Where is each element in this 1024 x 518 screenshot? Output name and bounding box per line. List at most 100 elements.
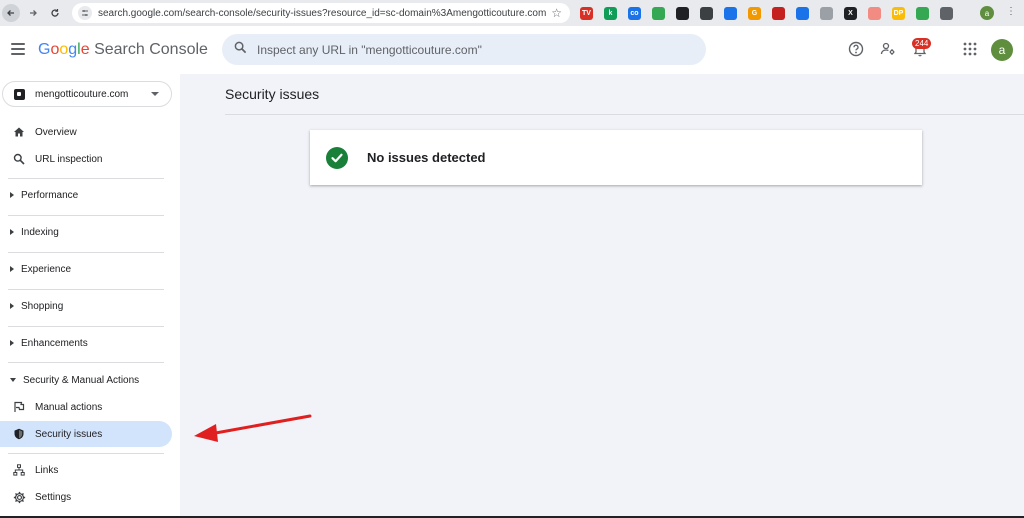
sidebar-item-label: Shopping: [21, 300, 64, 312]
logo-letter: e: [80, 41, 90, 58]
home-icon: [12, 125, 26, 139]
dropdown-caret-icon: [151, 92, 159, 96]
account-initial: a: [998, 43, 1006, 57]
search-icon: [12, 152, 26, 166]
main-menu-icon[interactable]: [11, 43, 25, 55]
sidebar-item-links[interactable]: Links: [0, 457, 172, 483]
co-extension-icon[interactable]: co: [628, 6, 641, 20]
puzzle-extension-icon[interactable]: [940, 6, 953, 20]
app-header: Google Search Console 244 a: [0, 26, 1024, 74]
sidebar-divider: [8, 178, 164, 179]
sidebar-section-shopping[interactable]: Shopping: [0, 293, 172, 319]
sidebar-item-settings[interactable]: Settings: [0, 484, 172, 510]
video-extension-icon[interactable]: [796, 6, 809, 20]
k-extension-icon[interactable]: k: [604, 6, 617, 20]
main-content: Security issues No issues detected: [180, 74, 1024, 518]
gear-icon: [12, 490, 26, 504]
expand-arrow-icon: [10, 303, 14, 309]
tag-extension-icon[interactable]: [724, 6, 737, 20]
sidebar-item-label: Security & Manual Actions: [23, 374, 140, 386]
heart-extension-icon[interactable]: [772, 6, 785, 20]
sidebar-item-label: Overview: [35, 126, 77, 138]
help-icon[interactable]: [847, 40, 865, 58]
sidebar-section-performance[interactable]: Performance: [0, 182, 172, 208]
manage-users-icon[interactable]: [879, 40, 897, 58]
expand-arrow-icon: [10, 229, 14, 235]
sidebar-section-enhancements[interactable]: Enhancements: [0, 330, 172, 356]
pen-extension-icon[interactable]: [820, 6, 833, 20]
sidebar-divider: [8, 362, 164, 363]
sidebar-item-label: Enhancements: [21, 337, 88, 349]
sidebar-item-label: Security issues: [35, 428, 103, 440]
expand-arrow-icon: [10, 340, 14, 346]
x-extension-icon[interactable]: X: [844, 6, 857, 20]
reload-icon[interactable]: [46, 4, 64, 22]
google-search-console-logo[interactable]: Google Search Console: [38, 41, 208, 59]
logo-letter: o: [59, 41, 69, 58]
g-extension-icon[interactable]: G: [748, 6, 761, 20]
browser-toolbar: search.google.com/search-console/securit…: [0, 0, 1024, 26]
status-card: No issues detected: [310, 130, 922, 185]
page-title: Security issues: [225, 86, 320, 102]
account-avatar[interactable]: a: [991, 39, 1013, 61]
sidebar-divider: [8, 453, 164, 454]
sidebar-item-overview[interactable]: Overview: [0, 119, 172, 145]
annotation-arrow-icon: [194, 414, 312, 442]
site-info-icon[interactable]: [78, 6, 92, 20]
profile-initial: a: [984, 8, 990, 18]
pinkg-extension-icon[interactable]: [868, 6, 881, 20]
dp-extension-icon[interactable]: DP: [892, 6, 905, 20]
property-selector[interactable]: mengotticouture.com: [2, 81, 172, 107]
pie-extension-icon[interactable]: [676, 6, 689, 20]
back-icon[interactable]: [2, 4, 20, 22]
forward-icon[interactable]: [24, 4, 42, 22]
status-message: No issues detected: [367, 150, 486, 165]
title-divider: [225, 114, 1024, 115]
sidebar-divider: [8, 326, 164, 327]
bookmark-star-icon[interactable]: ☆: [551, 6, 562, 20]
tv-extension-icon[interactable]: TV: [580, 6, 593, 20]
expand-arrow-icon: [10, 192, 14, 198]
sidebar-section-security-manual-actions[interactable]: Security & Manual Actions: [0, 367, 172, 393]
extensions-bar: TV k co G X DP: [580, 5, 964, 21]
sitemap-icon: [12, 463, 26, 477]
property-favicon-icon: [14, 88, 25, 100]
keyword-extension-icon[interactable]: [652, 6, 665, 20]
sidebar-section-indexing[interactable]: Indexing: [0, 219, 172, 245]
spy-extension-icon[interactable]: [700, 6, 713, 20]
sidebar-divider: [8, 215, 164, 216]
logo-letter: g: [68, 41, 78, 58]
sidebar-item-label: Links: [35, 464, 59, 476]
flag-icon: [12, 400, 26, 414]
green-extension-icon[interactable]: [916, 6, 929, 20]
sidebar-item-label: Performance: [21, 189, 79, 201]
sidebar-item-label: Settings: [35, 491, 72, 503]
sidebar-item-label: Manual actions: [35, 401, 103, 413]
collapse-arrow-icon: [10, 378, 16, 382]
sidebar-item-label: Indexing: [21, 226, 59, 238]
sidebar-section-experience[interactable]: Experience: [0, 256, 172, 282]
notification-count-badge: 244: [912, 38, 932, 49]
apps-grid-icon[interactable]: [961, 40, 979, 58]
sidebar-divider: [8, 289, 164, 290]
check-circle-icon: [326, 146, 348, 169]
search-input[interactable]: [257, 42, 677, 57]
search-icon: [234, 41, 247, 59]
sidebar-item-label: Experience: [21, 263, 72, 275]
property-name: mengotticouture.com: [35, 88, 129, 100]
sidebar-item-manual-actions[interactable]: Manual actions: [0, 394, 172, 420]
expand-arrow-icon: [10, 266, 14, 272]
sidebar-divider: [8, 252, 164, 253]
url-inspection-search[interactable]: [222, 34, 706, 65]
logo-letter: G: [38, 41, 51, 58]
product-name: Search Console: [89, 41, 208, 58]
sidebar-nav: mengotticouture.com Overview URL inspect…: [0, 74, 180, 518]
browser-profile-avatar[interactable]: a: [980, 6, 994, 20]
sidebar-item-url-inspection[interactable]: URL inspection: [0, 146, 172, 172]
url-text: search.google.com/search-console/securit…: [98, 7, 547, 19]
shield-icon: [12, 427, 26, 441]
browser-menu-icon[interactable]: ⋮: [1006, 6, 1016, 17]
address-bar[interactable]: search.google.com/search-console/securit…: [72, 3, 570, 23]
sidebar-item-security-issues[interactable]: Security issues: [0, 421, 172, 447]
sidebar-item-label: URL inspection: [35, 153, 103, 165]
